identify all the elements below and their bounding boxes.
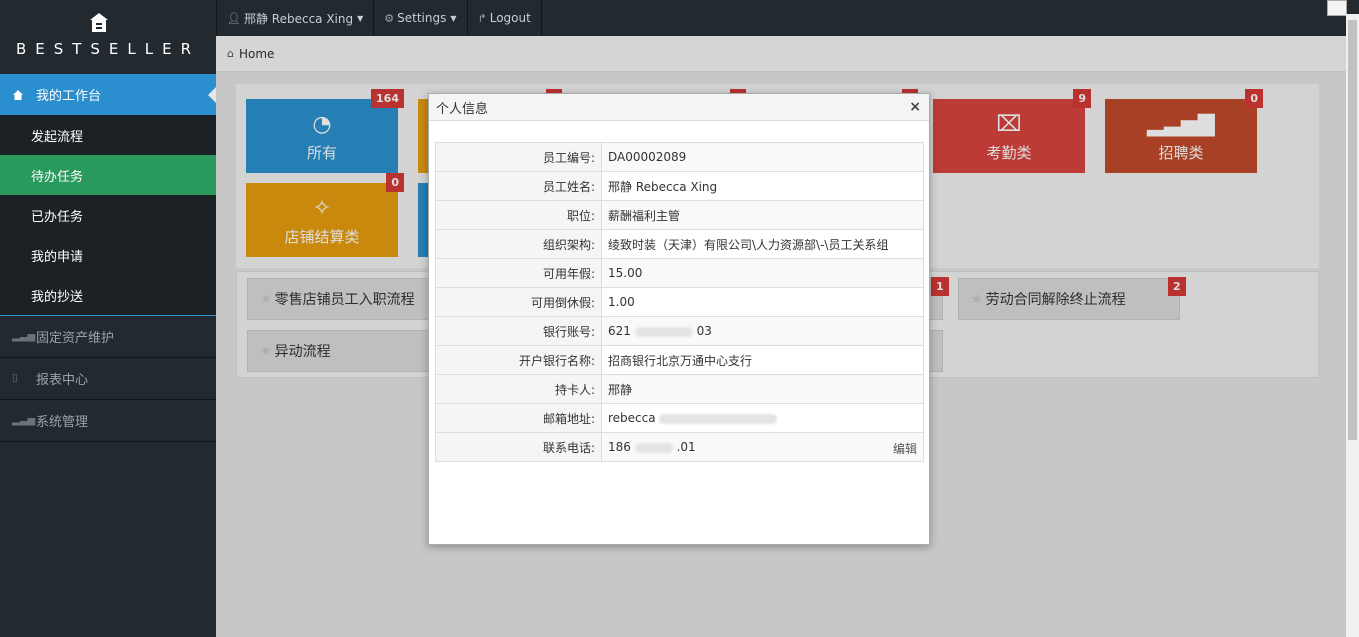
employee-id-value: DA00002089 xyxy=(601,142,924,172)
scrollbar-thumb[interactable] xyxy=(1348,20,1357,440)
settings-menu[interactable]: ⚙ Settings ▼ xyxy=(374,0,468,36)
sidebar: BESTSELLER 我的工作台 发起流程 待办任务 已办任务 我的申请 我的抄… xyxy=(0,0,216,637)
submenu-todo-tasks[interactable]: 待办任务 xyxy=(0,155,216,195)
caret-down-icon: ▼ xyxy=(450,13,457,23)
table-row: 邮箱地址: rebecca xyxy=(435,403,924,433)
bank-name-value: 招商银行北京万通中心支行 xyxy=(601,345,924,375)
document-icon: ▯ xyxy=(12,372,18,384)
phone-value: 186 .01 编辑 xyxy=(601,432,924,462)
nav-reports-label: 报表中心 xyxy=(36,373,89,388)
submenu-done-tasks[interactable]: 已办任务 xyxy=(0,195,216,235)
email-start: rebecca xyxy=(608,411,656,425)
user-icon: 👤︎ xyxy=(227,11,241,25)
redaction-blur xyxy=(634,326,693,337)
field-label: 员工姓名: xyxy=(435,171,602,201)
table-row: 员工姓名: 邢静 Rebecca Xing xyxy=(435,171,924,201)
bank-account-end: 03 xyxy=(696,324,712,338)
logout-icon: ↱ xyxy=(477,11,487,25)
email-value: rebecca xyxy=(601,403,924,433)
field-label: 职位: xyxy=(435,200,602,230)
brand-name: BESTSELLER xyxy=(15,40,201,58)
position-value: 薪酬福利主管 xyxy=(601,200,924,230)
house-logo-icon xyxy=(90,13,108,32)
nav-fixed-assets[interactable]: ▂▃▅ 固定资产维护 xyxy=(0,316,216,358)
broken-image-icon xyxy=(1327,0,1347,16)
bank-account-start: 621 xyxy=(608,324,631,338)
bank-account-value: 621 03 xyxy=(601,316,924,346)
field-label: 可用倒休假: xyxy=(435,287,602,317)
table-row: 可用年假: 15.00 xyxy=(435,258,924,288)
top-navbar: 👤︎ 邢静 Rebecca Xing ▼ ⚙ Settings ▼ ↱ Logo… xyxy=(216,0,1359,36)
annual-leave-value: 15.00 xyxy=(601,258,924,288)
user-menu[interactable]: 👤︎ 邢静 Rebecca Xing ▼ xyxy=(216,0,375,36)
submenu-my-cc[interactable]: 我的抄送 xyxy=(0,275,216,315)
logo: BESTSELLER xyxy=(0,0,216,74)
caret-down-icon: ▼ xyxy=(357,13,364,23)
nav-fixed-assets-label: 固定资产维护 xyxy=(36,331,115,346)
table-row: 可用倒休假: 1.00 xyxy=(435,287,924,317)
logout-label: Logout xyxy=(489,11,531,25)
employee-name-value: 邢静 Rebecca Xing xyxy=(601,171,924,201)
field-label: 可用年假: xyxy=(435,258,602,288)
field-label: 组织架构: xyxy=(435,229,602,259)
table-row: 员工编号: DA00002089 xyxy=(435,142,924,172)
dialog-title: 个人信息 xyxy=(436,101,489,117)
table-row: 开户银行名称: 招商银行北京万通中心支行 xyxy=(435,345,924,375)
cardholder-value: 邢静 xyxy=(601,374,924,404)
field-label: 员工编号: xyxy=(435,142,602,172)
close-icon[interactable]: × xyxy=(909,99,921,115)
nav-my-workbench-label: 我的工作台 xyxy=(36,89,102,104)
submenu-my-requests[interactable]: 我的申请 xyxy=(0,235,216,275)
settings-label: Settings xyxy=(397,11,447,25)
signal-icon: ▂▃▅ xyxy=(12,414,36,426)
home-icon xyxy=(13,89,23,100)
workbench-submenu: 发起流程 待办任务 已办任务 我的申请 我的抄送 xyxy=(0,115,216,316)
nav-my-workbench[interactable]: 我的工作台 xyxy=(0,74,216,115)
table-row: 持卡人: 邢静 xyxy=(435,374,924,404)
table-row: 联系电话: 186 .01 编辑 xyxy=(435,432,924,462)
redaction-blur xyxy=(634,442,673,453)
dialog-header: 个人信息 × xyxy=(429,94,929,121)
personal-info-dialog: 个人信息 × 员工编号: DA00002089 员工姓名: 邢静 Rebecca… xyxy=(428,93,930,545)
edit-button[interactable]: 编辑 xyxy=(893,440,917,457)
page-scrollbar[interactable] xyxy=(1346,14,1359,637)
gear-icon: ⚙ xyxy=(384,11,395,25)
table-row: 组织架构: 绫致时装（天津）有限公司\人力资源部\-\员工关系组 xyxy=(435,229,924,259)
organization-value: 绫致时装（天津）有限公司\人力资源部\-\员工关系组 xyxy=(601,229,924,259)
table-row: 职位: 薪酬福利主管 xyxy=(435,200,924,230)
signal-icon: ▂▃▅ xyxy=(12,330,36,342)
logout-link[interactable]: ↱ Logout xyxy=(468,0,542,36)
field-label: 持卡人: xyxy=(435,374,602,404)
redaction-blur xyxy=(659,413,778,424)
submenu-start-flow[interactable]: 发起流程 xyxy=(0,115,216,155)
comp-leave-value: 1.00 xyxy=(601,287,924,317)
field-label: 联系电话: xyxy=(435,432,602,462)
phone-end: .01 xyxy=(676,440,696,454)
nav-reports[interactable]: ▯ 报表中心 xyxy=(0,358,216,400)
personal-info-table: 员工编号: DA00002089 员工姓名: 邢静 Rebecca Xing 职… xyxy=(435,142,924,462)
phone-start: 186 xyxy=(608,440,631,454)
field-label: 开户银行名称: xyxy=(435,345,602,375)
nav-system[interactable]: ▂▃▅ 系统管理 xyxy=(0,400,216,442)
user-name: 邢静 Rebecca Xing xyxy=(243,11,354,26)
table-row: 银行账号: 621 03 xyxy=(435,316,924,346)
field-label: 邮箱地址: xyxy=(435,403,602,433)
nav-system-label: 系统管理 xyxy=(36,415,89,430)
field-label: 银行账号: xyxy=(435,316,602,346)
